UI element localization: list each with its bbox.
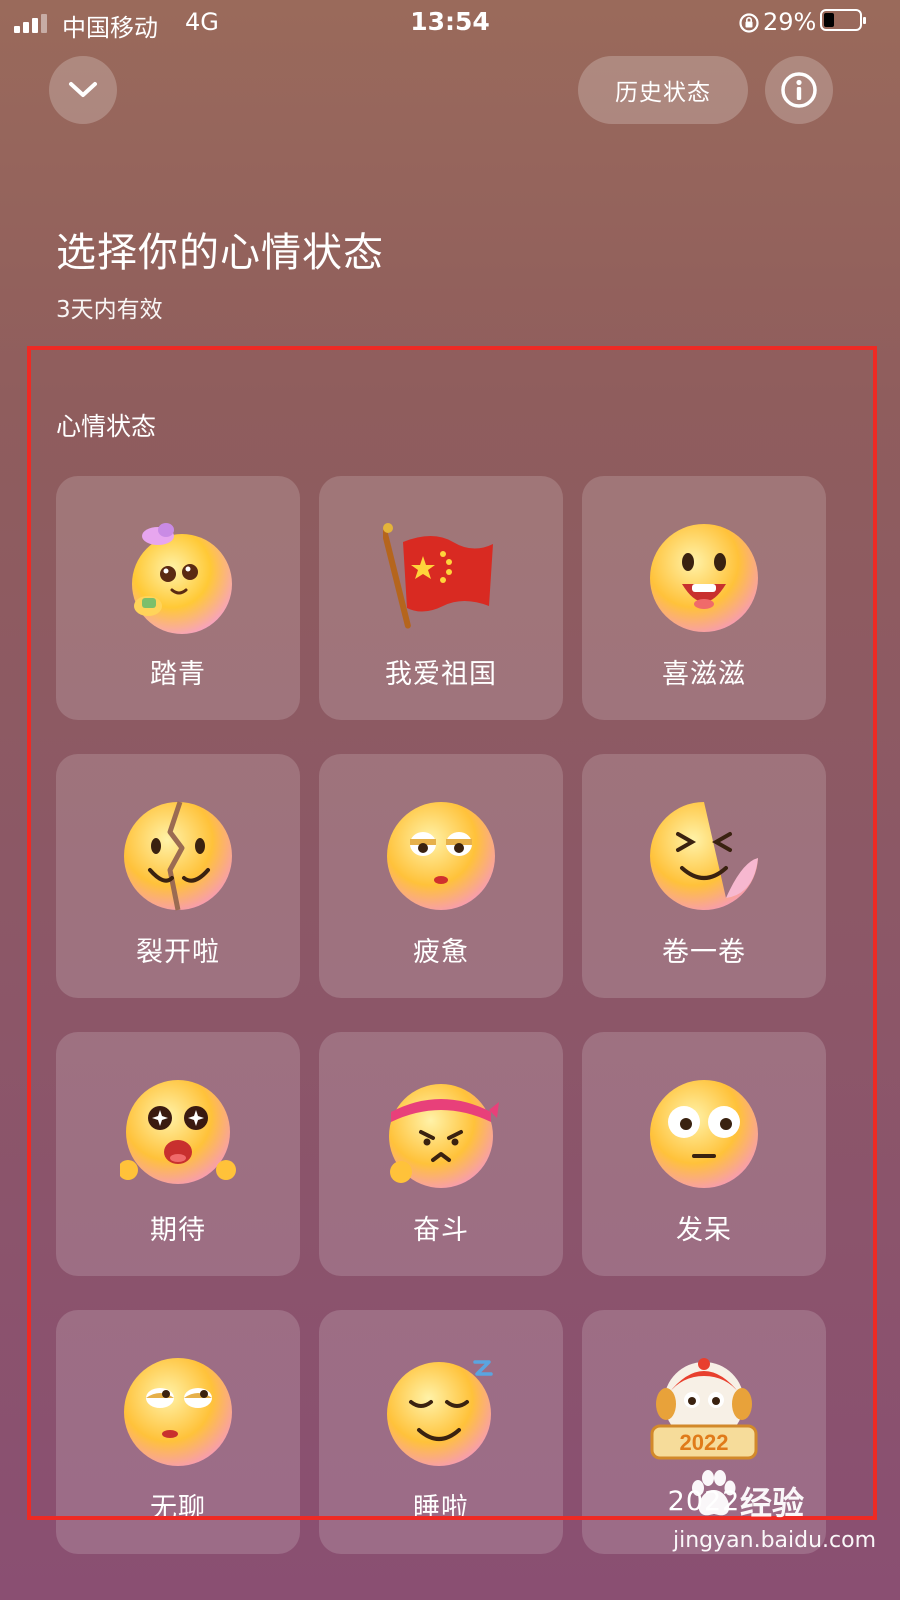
headband-face-icon: [389, 1084, 499, 1188]
mood-tile-expect[interactable]: 期待: [56, 1032, 300, 1276]
lion-dance-2022-icon: 2022: [650, 1358, 758, 1460]
rotation-lock-icon: [739, 13, 759, 33]
svg-text:2022: 2022: [680, 1430, 729, 1455]
battery-icon: [820, 9, 866, 31]
mood-tile-strive[interactable]: 奋斗: [319, 1032, 563, 1276]
mood-tile-curl[interactable]: 卷一卷: [582, 754, 826, 998]
mood-label: 奋斗: [413, 1215, 469, 1246]
info-icon: [781, 72, 817, 108]
tired-face-icon: [387, 802, 495, 910]
mood-tile-joyful[interactable]: 喜滋滋: [582, 476, 826, 720]
flower-emoji-icon: [132, 523, 232, 634]
china-flag-icon: [383, 523, 493, 629]
battery-percent: 29%: [763, 8, 817, 36]
sleepy-face-icon: [387, 1360, 493, 1466]
mood-tile-cracked[interactable]: 裂开啦: [56, 754, 300, 998]
mood-label: 喜滋滋: [662, 659, 746, 690]
happy-face-icon: [650, 524, 758, 632]
mood-label: 无聊: [150, 1493, 206, 1524]
mood-tile-bored[interactable]: 无聊: [56, 1310, 300, 1554]
mood-tile-outing[interactable]: 踏青: [56, 476, 300, 720]
mood-label: 我爱祖国: [385, 659, 497, 690]
blank-stare-face-icon: [650, 1080, 758, 1188]
mood-label: 踏青: [150, 659, 206, 690]
mood-label: 疲惫: [413, 937, 469, 968]
mood-label: 裂开啦: [136, 937, 220, 968]
bored-face-icon: [124, 1358, 232, 1466]
mood-label: 2022: [667, 1486, 741, 1517]
mood-label: 睡啦: [413, 1493, 469, 1524]
curled-face-icon: [650, 802, 758, 910]
chevron-down-icon: [69, 82, 97, 97]
mood-tile-sleep[interactable]: 睡啦: [319, 1310, 563, 1554]
page-subtitle: 3天内有效: [56, 297, 163, 323]
history-status-button[interactable]: 历史状态: [578, 56, 748, 124]
mood-tile-tired[interactable]: 疲惫: [319, 754, 563, 998]
mood-tile-love-country[interactable]: 我爱祖国: [319, 476, 563, 720]
status-bar: 中国移动 4G 13:54 29%: [0, 0, 900, 44]
mood-label: 期待: [150, 1215, 206, 1246]
info-button[interactable]: [765, 56, 833, 124]
mood-tile-2022[interactable]: 2022 2022: [582, 1310, 826, 1554]
section-label: 心情状态: [56, 412, 157, 441]
page-title: 选择你的心情状态: [56, 230, 384, 276]
cracked-face-icon: [124, 801, 232, 911]
collapse-button[interactable]: [49, 56, 117, 124]
expecting-face-icon: [120, 1080, 236, 1184]
mood-label: 卷一卷: [662, 937, 746, 968]
mood-label: 发呆: [676, 1215, 732, 1246]
mood-tile-daze[interactable]: 发呆: [582, 1032, 826, 1276]
